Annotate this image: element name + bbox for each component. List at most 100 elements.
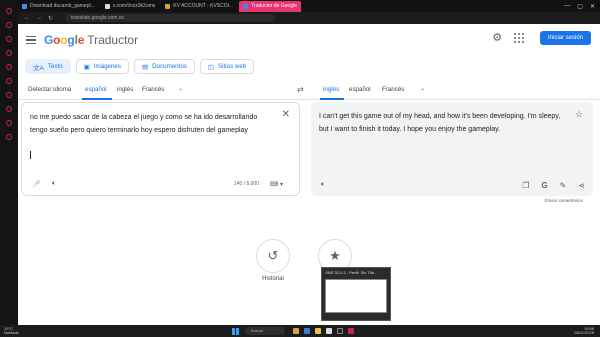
weather-widget[interactable]: 19°C Nublado — [4, 327, 19, 335]
gear-icon[interactable]: ⚙ — [490, 31, 504, 45]
forward-icon[interactable]: → — [36, 15, 42, 21]
web-icon: ◫ — [207, 63, 215, 71]
swap-languages-icon[interactable]: ⇄ — [297, 85, 304, 94]
apps-grid-icon[interactable] — [514, 33, 524, 43]
tab-bar: Download ducamb_gamepl... x.com/i/nzz3k2… — [18, 0, 600, 12]
sidebar-icon[interactable] — [6, 134, 12, 140]
app-icon[interactable] — [325, 328, 332, 334]
preview-thumbnail[interactable] — [325, 279, 387, 313]
windows-taskbar: 19°C Nublado Buscar 19:59 08/11/2025 — [0, 325, 600, 337]
chevron-down-icon[interactable]: ⌄ — [420, 85, 425, 92]
browser-tab[interactable]: x.com/i/nzz3k2oms — [101, 1, 160, 12]
browser-tab[interactable]: KV ACCOUNT - KVSCOI... — [161, 1, 237, 12]
selected-target-underline — [320, 98, 344, 100]
sidebar-icon[interactable] — [6, 64, 12, 70]
sidebar-icon[interactable] — [6, 78, 12, 84]
translated-text: I can't get this game out of my head, an… — [319, 113, 561, 133]
tab-favicon-icon — [104, 3, 110, 9]
translate-icon: 文A — [33, 64, 44, 72]
url-field[interactable]: translate.google.com.ec — [65, 14, 276, 22]
tab-label: KV ACCOUNT - KVSCOI... — [173, 3, 234, 9]
translate-page: Google Traductor ⚙ Iniciar sesión 文A Text… — [18, 24, 600, 325]
taskbar-search[interactable]: Buscar — [244, 327, 285, 335]
close-icon[interactable]: ✕ — [590, 3, 595, 10]
windows-start-icon[interactable] — [231, 327, 239, 335]
document-icon: ▤ — [141, 63, 149, 71]
tab-label: x.com/i/nzz3k2oms — [112, 3, 156, 9]
source-lang-english[interactable]: inglés — [117, 86, 133, 93]
app-icon[interactable] — [303, 328, 310, 334]
source-lang-detect[interactable]: Detectar idioma — [28, 86, 71, 93]
product-name: Traductor — [87, 33, 139, 47]
back-icon[interactable]: ← — [24, 15, 30, 21]
folder-icon[interactable] — [314, 328, 321, 334]
tab-websites[interactable]: ◫ Sitios web — [199, 59, 255, 74]
star-icon[interactable]: ☆ — [575, 109, 583, 120]
preview-title: OBS 32.0.2 - Perfil: Sin Títu... — [325, 270, 378, 275]
tab-text[interactable]: 文A Texto — [25, 59, 71, 74]
source-text-area[interactable]: no me puedo sacar de la cabeza el juego … — [21, 102, 300, 196]
tab-label: Imágenes — [93, 63, 121, 70]
taskbar-apps — [292, 328, 354, 334]
browser-tab[interactable]: Download ducamb_gamepl... — [18, 1, 99, 12]
sidebar-icon[interactable] — [6, 36, 12, 42]
text-cursor — [30, 151, 31, 159]
speaker-icon[interactable]: 🔈︎ — [321, 181, 325, 189]
menu-icon[interactable] — [26, 36, 36, 44]
target-lang-french[interactable]: Francés — [382, 86, 404, 93]
app-header: Google Traductor ⚙ Iniciar sesión — [18, 24, 600, 56]
maximize-icon[interactable]: ▢ — [577, 3, 583, 10]
microphone-icon[interactable]: 🎤︎ — [32, 180, 41, 188]
keyboard-icon[interactable]: ⌨ ▾ — [270, 181, 283, 188]
history-icon: ↺ — [267, 248, 279, 263]
sidebar-icon[interactable] — [6, 8, 12, 14]
weather-desc: Nublado — [4, 330, 19, 335]
tab-label: Documentos — [152, 63, 187, 70]
tab-favicon-icon — [243, 3, 249, 9]
char-count: 140 / 5.000 — [233, 181, 259, 187]
tab-label: Download ducamb_gamepl... — [30, 3, 95, 9]
sidebar-icon[interactable] — [6, 92, 12, 98]
clock-date: 08/11/2025 — [574, 330, 594, 335]
sidebar-icon[interactable] — [6, 22, 12, 28]
minimize-icon[interactable]: — — [564, 3, 570, 10]
reload-icon[interactable]: ↻ — [48, 15, 53, 22]
sign-in-button[interactable]: Iniciar sesión — [539, 31, 591, 45]
chevron-down-icon[interactable]: ⌄ — [178, 85, 183, 92]
target-lang-english[interactable]: inglés — [323, 86, 339, 93]
source-lang-french[interactable]: Francés — [142, 86, 164, 93]
obs-icon[interactable] — [336, 328, 343, 334]
screen: Download ducamb_gamepl... x.com/i/nzz3k2… — [0, 0, 600, 337]
source-text[interactable]: no me puedo sacar de la cabeza el juego … — [30, 111, 270, 137]
source-lang-spanish[interactable]: español — [85, 86, 107, 93]
app-icon[interactable] — [292, 328, 299, 334]
sidebar-icon[interactable] — [6, 106, 12, 112]
tab-label: Texto — [47, 63, 63, 70]
browser-tab-active[interactable]: Traductor de Google — [239, 0, 301, 12]
share-icon[interactable]: ⋖ — [578, 181, 585, 190]
tab-documents[interactable]: ▤ Documentos — [133, 59, 195, 74]
google-icon[interactable]: G — [541, 181, 547, 190]
google-translate-logo[interactable]: Google Traductor — [44, 33, 138, 47]
copy-icon[interactable]: ❐ — [522, 181, 529, 190]
taskbar-preview-popup[interactable]: OBS 32.0.2 - Perfil: Sin Títu... — [321, 267, 391, 321]
image-icon: ▣ — [83, 63, 90, 71]
sidebar-icon[interactable] — [6, 120, 12, 126]
target-lang-spanish[interactable]: español — [349, 86, 371, 93]
history-label: Historial — [262, 276, 284, 282]
google-logo: Google — [44, 33, 85, 47]
history-button[interactable]: ↺ — [256, 239, 290, 273]
tab-favicon-icon — [165, 3, 171, 9]
address-bar: ← → ↻ translate.google.com.ec — [18, 12, 600, 24]
tab-images[interactable]: ▣ Imágenes — [75, 59, 129, 74]
sidebar-icon[interactable] — [6, 50, 12, 56]
system-tray[interactable]: 19:59 08/11/2025 — [574, 327, 594, 335]
app-icon[interactable] — [347, 328, 354, 334]
send-feedback-link[interactable]: Enviar comentarios — [544, 198, 583, 203]
clear-icon[interactable]: ✕ — [282, 109, 290, 120]
speaker-icon[interactable]: 🔈︎ — [52, 180, 56, 188]
rate-translation-icon[interactable]: ✎ — [560, 181, 567, 190]
browser-sidebar — [0, 0, 18, 325]
tab-label: Sitios web — [218, 63, 247, 70]
tab-favicon-icon — [22, 3, 27, 9]
